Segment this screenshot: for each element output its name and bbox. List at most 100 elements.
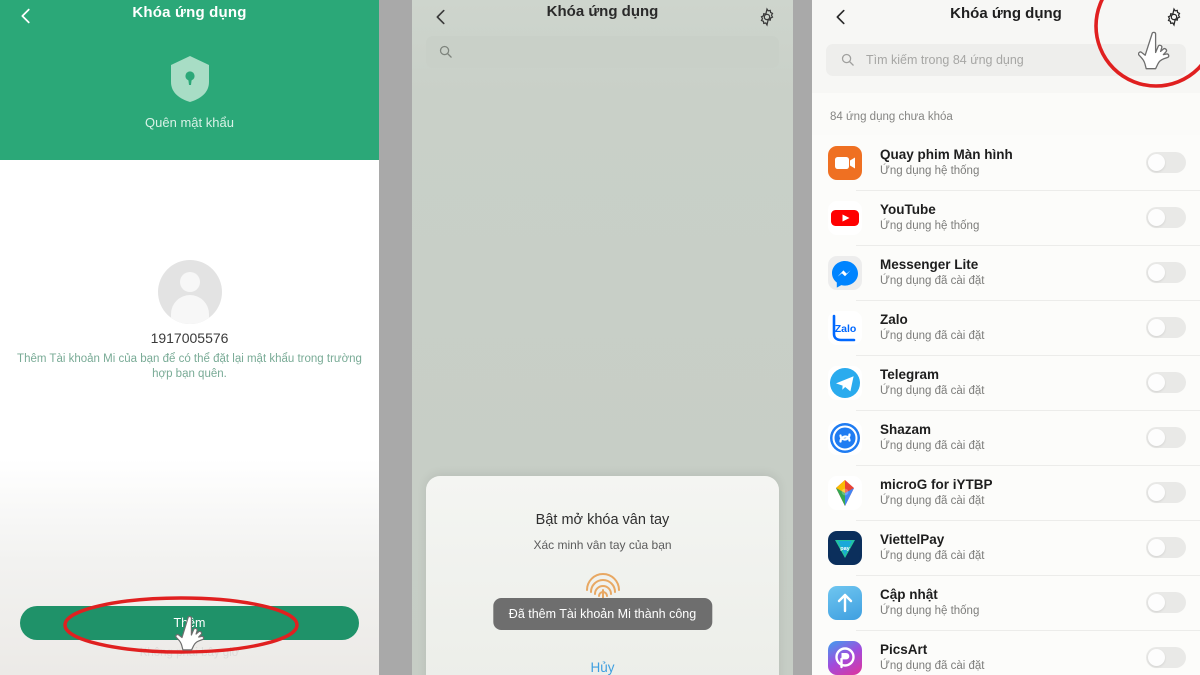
app-subtitle: Ứng dụng đã cài đặt bbox=[880, 330, 985, 342]
app-subtitle: Ứng dụng đã cài đặt bbox=[880, 440, 985, 452]
search-icon bbox=[438, 44, 453, 59]
shazam-icon bbox=[828, 420, 862, 455]
panel1-body: 1917005576 Thêm Tài khoản Mi của bạn để … bbox=[0, 160, 379, 675]
app-subtitle: Ứng dụng hệ thống bbox=[880, 220, 980, 232]
app-list-item[interactable]: Messenger Lite Ứng dụng đã cài đặt bbox=[812, 245, 1200, 300]
mi-account-description: Thêm Tài khoản Mi của bạn để có thể đặt … bbox=[17, 353, 362, 380]
section-label: 84 ứng dụng chưa khóa bbox=[830, 111, 953, 123]
app-meta: Telegram Ứng dụng đã cài đặt bbox=[880, 366, 1146, 399]
toggle-knob bbox=[1148, 594, 1165, 611]
app-list-item[interactable]: Zalo Zalo Ứng dụng đã cài đặt bbox=[812, 300, 1200, 355]
panel1-green-hero: Khóa ứng dụng Quên mật khẩu bbox=[0, 0, 379, 160]
app-lock-toggle[interactable] bbox=[1146, 592, 1186, 613]
search-input[interactable]: Tìm kiếm trong 84 ứng dụng bbox=[826, 44, 1186, 76]
page-title: Khóa ứng dụng bbox=[546, 3, 659, 20]
toggle-knob bbox=[1148, 429, 1165, 446]
app-name: PicsArt bbox=[880, 642, 928, 657]
app-list-item[interactable]: YouTube Ứng dụng hệ thống bbox=[812, 190, 1200, 245]
toggle-knob bbox=[1148, 209, 1165, 226]
toggle-knob bbox=[1148, 649, 1165, 666]
picsart-icon bbox=[828, 640, 862, 675]
app-lock-toggle[interactable] bbox=[1146, 262, 1186, 283]
app-meta: Messenger Lite Ứng dụng đã cài đặt bbox=[880, 256, 1146, 289]
app-lock-toggle[interactable] bbox=[1146, 647, 1186, 668]
app-meta: YouTube Ứng dụng hệ thống bbox=[880, 201, 1146, 234]
app-name: YouTube bbox=[880, 202, 936, 217]
app-subtitle: Ứng dụng hệ thống bbox=[880, 605, 980, 617]
app-name: Messenger Lite bbox=[880, 257, 979, 272]
toast-message: Đã thêm Tài khoản Mi thành công bbox=[492, 598, 713, 630]
search-icon bbox=[840, 52, 855, 67]
app-lock-toggle[interactable] bbox=[1146, 152, 1186, 173]
app-lock-toggle[interactable] bbox=[1146, 427, 1186, 448]
toggle-knob bbox=[1148, 264, 1165, 281]
app-lock-toggle[interactable] bbox=[1146, 317, 1186, 338]
page-title: Khóa ứng dụng bbox=[132, 4, 247, 21]
avatar-head bbox=[179, 272, 200, 292]
app-name: Cập nhật bbox=[880, 587, 938, 602]
updater-icon bbox=[828, 585, 862, 620]
add-button-label: Thêm bbox=[173, 616, 206, 630]
app-list-item[interactable]: PicsArt Ứng dụng đã cài đặt bbox=[812, 630, 1200, 675]
fingerprint-bottom-sheet: Bật mở khóa vân tay Xác minh vân tay của… bbox=[426, 476, 779, 675]
forgot-password-label[interactable]: Quên mật khẩu bbox=[0, 115, 379, 130]
not-now-link[interactable]: Không phải bây giờ bbox=[0, 647, 379, 659]
shield-lock-icon bbox=[169, 55, 211, 103]
messenger-icon bbox=[828, 255, 862, 290]
app-lock-toggle[interactable] bbox=[1146, 372, 1186, 393]
screenshot-stage: Khóa ứng dụng Quên mật khẩu 1917005576 T… bbox=[0, 0, 1200, 675]
telegram-icon bbox=[828, 365, 862, 400]
screen-recorder-icon bbox=[828, 145, 862, 180]
avatar-torso bbox=[170, 295, 209, 324]
app-lock-toggle[interactable] bbox=[1146, 482, 1186, 503]
page-title: Khóa ứng dụng bbox=[950, 5, 1062, 22]
gear-icon[interactable] bbox=[1164, 7, 1184, 27]
app-subtitle: Ứng dụng đã cài đặt bbox=[880, 385, 985, 397]
toggle-knob bbox=[1148, 539, 1165, 556]
app-subtitle: Ứng dụng đã cài đặt bbox=[880, 660, 985, 672]
search-placeholder: Tìm kiếm trong 84 ứng dụng bbox=[866, 53, 1024, 67]
app-list-item[interactable]: Telegram Ứng dụng đã cài đặt bbox=[812, 355, 1200, 410]
app-lock-toggle[interactable] bbox=[1146, 537, 1186, 558]
app-name: Telegram bbox=[880, 367, 940, 382]
app-lock-toggle[interactable] bbox=[1146, 207, 1186, 228]
avatar-person-icon bbox=[157, 260, 222, 324]
add-button[interactable]: Thêm bbox=[20, 606, 359, 640]
sheet-title: Bật mở khóa vân tay bbox=[535, 512, 670, 528]
app-subtitle: Ứng dụng hệ thống bbox=[880, 165, 980, 177]
app-list-item[interactable]: pay ViettelPay Ứng dụng đã cài đặt bbox=[812, 520, 1200, 575]
toggle-knob bbox=[1148, 374, 1165, 391]
app-subtitle: Ứng dụng đã cài đặt bbox=[880, 550, 985, 562]
svg-text:pay: pay bbox=[840, 546, 850, 552]
app-meta: PicsArt Ứng dụng đã cài đặt bbox=[880, 641, 1146, 674]
app-list-item[interactable]: Shazam Ứng dụng đã cài đặt bbox=[812, 410, 1200, 465]
app-name: Zalo bbox=[880, 312, 908, 327]
sheet-subtitle: Xác minh vân tay của bạn bbox=[533, 538, 672, 552]
app-meta: Shazam Ứng dụng đã cài đặt bbox=[880, 421, 1146, 454]
youtube-icon bbox=[828, 200, 862, 235]
app-list-item[interactable]: Cập nhật Ứng dụng hệ thống bbox=[812, 575, 1200, 630]
viettelpay-icon: pay bbox=[828, 530, 862, 565]
cancel-button[interactable]: Hủy bbox=[426, 660, 779, 675]
app-list-item[interactable]: microG for iYTBP Ứng dụng đã cài đặt bbox=[812, 465, 1200, 520]
panel1-topbar: Khóa ứng dụng bbox=[0, 0, 379, 34]
app-name: microG for iYTBP bbox=[880, 477, 993, 492]
search-input[interactable] bbox=[426, 36, 779, 68]
app-subtitle: Ứng dụng đã cài đặt bbox=[880, 275, 985, 287]
app-meta: Quay phim Màn hình Ứng dụng hệ thống bbox=[880, 146, 1146, 179]
app-list[interactable]: Quay phim Màn hình Ứng dụng hệ thống YouTu… bbox=[812, 135, 1200, 675]
app-meta: Cập nhật Ứng dụng hệ thống bbox=[880, 586, 1146, 619]
app-meta: ViettelPay Ứng dụng đã cài đặt bbox=[880, 531, 1146, 564]
zalo-icon: Zalo bbox=[828, 310, 862, 345]
app-meta: microG for iYTBP Ứng dụng đã cài đặt bbox=[880, 476, 1146, 509]
app-list-item[interactable]: Quay phim Màn hình Ứng dụng hệ thống bbox=[812, 135, 1200, 190]
toggle-knob bbox=[1148, 154, 1165, 171]
panel3-topbar: Khóa ứng dụng bbox=[812, 0, 1200, 36]
gear-icon[interactable] bbox=[757, 7, 777, 27]
panel2-topbar: Khóa ứng dụng bbox=[412, 0, 793, 34]
panel-fingerprint-prompt: Khóa ứng dụng Bật mở khóa vân tay Xác mi… bbox=[412, 0, 793, 675]
microg-icon bbox=[828, 475, 862, 510]
app-meta: Zalo Ứng dụng đã cài đặt bbox=[880, 311, 1146, 344]
mi-account-id: 1917005576 bbox=[150, 330, 229, 346]
panel-app-lock-list: Khóa ứng dụng Tìm kiếm trong 84 ứng dụng bbox=[812, 0, 1200, 675]
